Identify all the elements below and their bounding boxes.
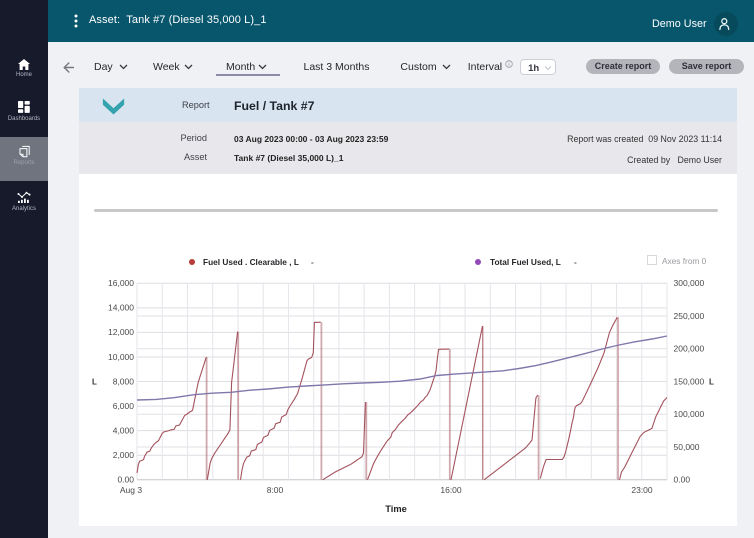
- svg-text:Aug 3: Aug 3: [120, 485, 142, 495]
- svg-text:23:00: 23:00: [631, 485, 653, 495]
- svg-text:250,000: 250,000: [674, 311, 705, 321]
- svg-text:0.00: 0.00: [674, 475, 691, 485]
- svg-text:8:00: 8:00: [267, 485, 284, 495]
- svg-text:0.00: 0.00: [117, 475, 134, 485]
- svg-text:16:00: 16:00: [440, 485, 462, 495]
- svg-text:300,000: 300,000: [674, 278, 705, 288]
- svg-text:100,000: 100,000: [674, 409, 705, 419]
- svg-text:4,000: 4,000: [113, 425, 135, 435]
- svg-text:L: L: [92, 378, 97, 387]
- svg-text:200,000: 200,000: [674, 344, 705, 354]
- svg-text:L: L: [709, 378, 714, 387]
- svg-text:10,000: 10,000: [108, 352, 134, 362]
- svg-text:150,000: 150,000: [674, 376, 705, 386]
- svg-text:6,000: 6,000: [113, 401, 135, 411]
- svg-text:2,000: 2,000: [113, 450, 135, 460]
- svg-text:16,000: 16,000: [108, 278, 134, 288]
- svg-text:50,000: 50,000: [674, 442, 700, 452]
- svg-text:12,000: 12,000: [108, 327, 134, 337]
- svg-text:Time: Time: [385, 504, 407, 514]
- svg-text:8,000: 8,000: [113, 376, 135, 386]
- svg-text:14,000: 14,000: [108, 303, 134, 313]
